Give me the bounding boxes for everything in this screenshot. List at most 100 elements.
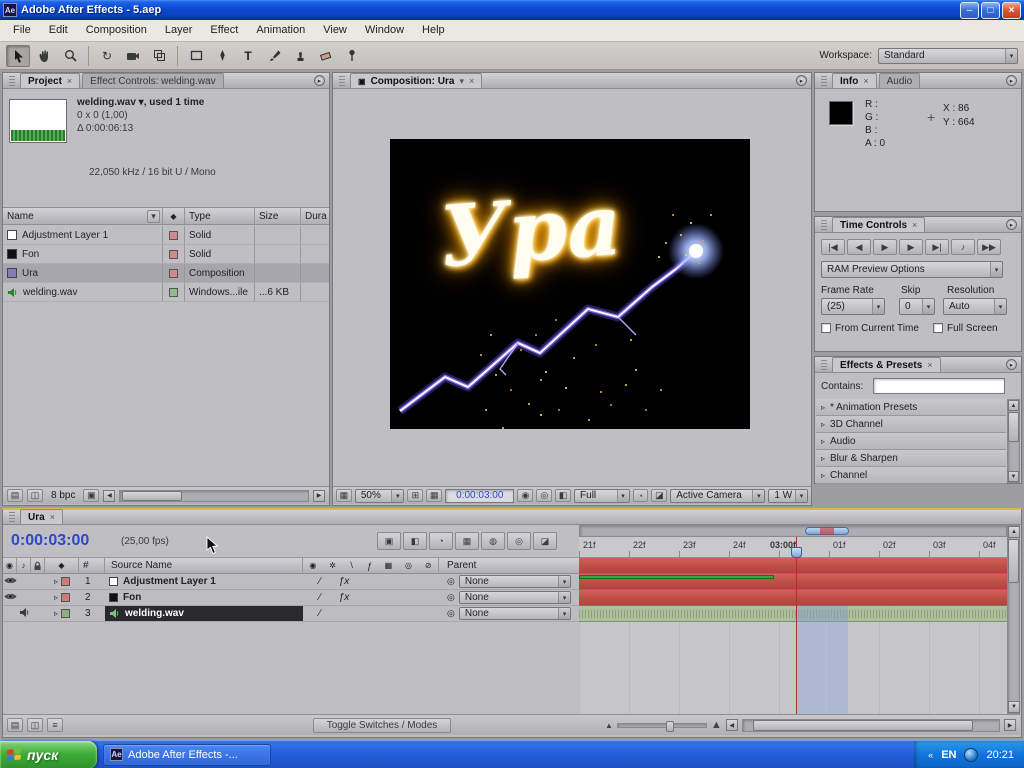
eye-icon[interactable] bbox=[3, 592, 17, 604]
tab-effect-controls[interactable]: Effect Controls: welding.wav bbox=[82, 73, 224, 88]
menu-window[interactable]: Window bbox=[356, 20, 413, 41]
close-icon[interactable]: × bbox=[50, 512, 55, 522]
camera-tool[interactable] bbox=[121, 45, 145, 67]
column-size[interactable]: Size bbox=[255, 208, 301, 224]
project-hscrollbar[interactable] bbox=[119, 489, 309, 502]
scroll-right-icon[interactable]: ▶ bbox=[1004, 719, 1016, 731]
layer-flags[interactable]: ▹ bbox=[45, 609, 79, 618]
column-label-color[interactable]: ◆ bbox=[163, 208, 185, 224]
ram-preview-options-select[interactable]: RAM Preview Options ▾ bbox=[821, 261, 1003, 278]
close-icon[interactable]: × bbox=[927, 360, 932, 370]
list-item[interactable]: ▹ Audio bbox=[816, 433, 1006, 450]
scroll-down-icon[interactable]: ▼ bbox=[1008, 701, 1020, 713]
table-row[interactable]: Ura Composition bbox=[3, 264, 329, 283]
parent-select[interactable]: None ▾ bbox=[458, 591, 571, 604]
layer-bar[interactable] bbox=[579, 590, 1007, 606]
grid-icon[interactable]: ▦ bbox=[426, 489, 443, 502]
menu-edit[interactable]: Edit bbox=[40, 20, 77, 41]
timeline-vscrollbar[interactable]: ▲ ▼ bbox=[1007, 525, 1020, 714]
twirl-icon[interactable]: ▹ bbox=[54, 577, 58, 586]
chevron-down-icon[interactable]: ▾ bbox=[459, 76, 464, 87]
new-folder-icon[interactable]: ◫ bbox=[27, 489, 43, 502]
table-row[interactable]: Fon Solid bbox=[3, 245, 329, 264]
list-item[interactable]: ▹ 3D Channel bbox=[816, 416, 1006, 433]
audio-button[interactable]: ♪ bbox=[951, 239, 975, 255]
scroll-up-icon[interactable]: ▲ bbox=[1008, 526, 1020, 538]
timeline-hscrollbar[interactable] bbox=[741, 718, 1000, 732]
list-item[interactable]: ▹ Channel bbox=[816, 467, 1006, 484]
resolution-select[interactable]: Full ▾ bbox=[574, 488, 630, 503]
layer-bar[interactable] bbox=[579, 574, 1007, 590]
full-screen-checkbox[interactable]: Full Screen bbox=[933, 323, 998, 334]
scroll-left-icon[interactable]: ◀ bbox=[103, 489, 116, 502]
label-chip[interactable] bbox=[169, 268, 178, 278]
column-duration[interactable]: Dura bbox=[301, 208, 329, 224]
tab-timeline-ura[interactable]: Ura × bbox=[20, 509, 63, 524]
puppet-pin-tool[interactable] bbox=[340, 45, 364, 67]
panel-menu-icon[interactable]: ▸ bbox=[796, 75, 807, 86]
twirl-icon[interactable]: ▹ bbox=[821, 454, 825, 463]
clone-stamp-tool[interactable] bbox=[288, 45, 312, 67]
graph-editor-icon[interactable]: ◪ bbox=[533, 532, 557, 550]
workspace-select[interactable]: Standard ▾ bbox=[878, 47, 1018, 64]
menu-composition[interactable]: Composition bbox=[77, 20, 156, 41]
resolution-select[interactable]: Auto ▾ bbox=[943, 298, 1007, 315]
ram-preview-button[interactable]: ▶▶ bbox=[977, 239, 1001, 255]
menu-animation[interactable]: Animation bbox=[247, 20, 314, 41]
menu-layer[interactable]: Layer bbox=[156, 20, 202, 41]
column-name[interactable]: Name ▾ bbox=[3, 208, 163, 224]
scroll-thumb[interactable] bbox=[1008, 539, 1019, 583]
contains-search-input[interactable] bbox=[873, 378, 1005, 394]
layer-flags[interactable]: ▹ bbox=[45, 593, 79, 602]
twirl-icon[interactable]: ▹ bbox=[821, 403, 825, 412]
scroll-thumb[interactable] bbox=[752, 719, 973, 731]
magnification-select[interactable]: 50% ▾ bbox=[354, 488, 405, 503]
from-current-time-checkbox[interactable]: From Current Time bbox=[821, 323, 919, 334]
expand-modes-icon[interactable]: ◫ bbox=[27, 718, 43, 732]
menu-effect[interactable]: Effect bbox=[201, 20, 247, 41]
brush-tool[interactable] bbox=[262, 45, 286, 67]
tab-composition[interactable]: ▣ Composition: Ura ▾ × bbox=[350, 73, 483, 88]
layer-row[interactable]: ▹ 1 Adjustment Layer 1 ∕ ƒx ◎ None ▾ bbox=[3, 574, 579, 590]
minimize-button[interactable]: – bbox=[960, 1, 979, 19]
parent-select[interactable]: None ▾ bbox=[458, 575, 571, 588]
close-icon[interactable]: × bbox=[67, 76, 72, 86]
number-column-header[interactable]: # bbox=[79, 558, 105, 573]
work-area-bar[interactable] bbox=[579, 558, 1007, 574]
lock-column-header[interactable] bbox=[31, 558, 45, 573]
layer-switches[interactable]: ∕ ƒx bbox=[303, 576, 439, 587]
rotation-tool[interactable]: ↻ bbox=[95, 45, 119, 67]
close-button[interactable]: × bbox=[1002, 1, 1021, 19]
active-camera-select[interactable]: Active Camera ▾ bbox=[670, 488, 766, 503]
pan-behind-tool[interactable] bbox=[147, 45, 171, 67]
table-row[interactable]: Adjustment Layer 1 Solid bbox=[3, 226, 329, 245]
parent-select[interactable]: None ▾ bbox=[458, 607, 571, 620]
label-chip[interactable] bbox=[169, 249, 178, 259]
video-column-header[interactable]: ◉ bbox=[3, 558, 17, 573]
layer-duration-bar[interactable] bbox=[579, 575, 774, 579]
target-icon[interactable]: ◔ bbox=[632, 489, 649, 502]
panel-menu-icon[interactable]: ▸ bbox=[1006, 359, 1017, 370]
show-snapshot-icon[interactable]: ◎ bbox=[536, 489, 553, 502]
audio-layer-bar[interactable] bbox=[579, 606, 1007, 622]
cti-handle[interactable] bbox=[791, 547, 802, 558]
time-navigator[interactable] bbox=[579, 525, 1007, 537]
scroll-down-icon[interactable]: ▼ bbox=[1008, 471, 1019, 482]
panel-grip[interactable] bbox=[821, 360, 827, 370]
tab-info[interactable]: Info × bbox=[832, 73, 877, 88]
layer-switches[interactable]: ∕ ƒx bbox=[303, 592, 439, 603]
list-item[interactable]: ▹ * Animation Presets bbox=[816, 399, 1006, 416]
footage-thumbnail[interactable] bbox=[9, 99, 67, 143]
menu-help[interactable]: Help bbox=[413, 20, 454, 41]
scroll-left-icon[interactable]: ◀ bbox=[725, 719, 738, 731]
mask-visibility-icon[interactable]: ◪ bbox=[651, 489, 668, 502]
source-name-column-header[interactable]: Source Name bbox=[105, 558, 303, 573]
parent-column-header[interactable]: Parent bbox=[439, 558, 579, 573]
motion-blur-icon[interactable]: ◍ bbox=[481, 532, 505, 550]
label-chip[interactable] bbox=[169, 230, 178, 240]
layer-name-cell[interactable]: welding.wav bbox=[105, 606, 303, 621]
panel-menu-icon[interactable]: ▸ bbox=[1006, 219, 1017, 230]
skip-select[interactable]: 0 ▾ bbox=[899, 298, 935, 315]
layer-row-selected[interactable]: ▹ 3 welding.wav ∕ ◎ None ▾ bbox=[3, 606, 579, 622]
label-chip[interactable] bbox=[61, 609, 70, 618]
